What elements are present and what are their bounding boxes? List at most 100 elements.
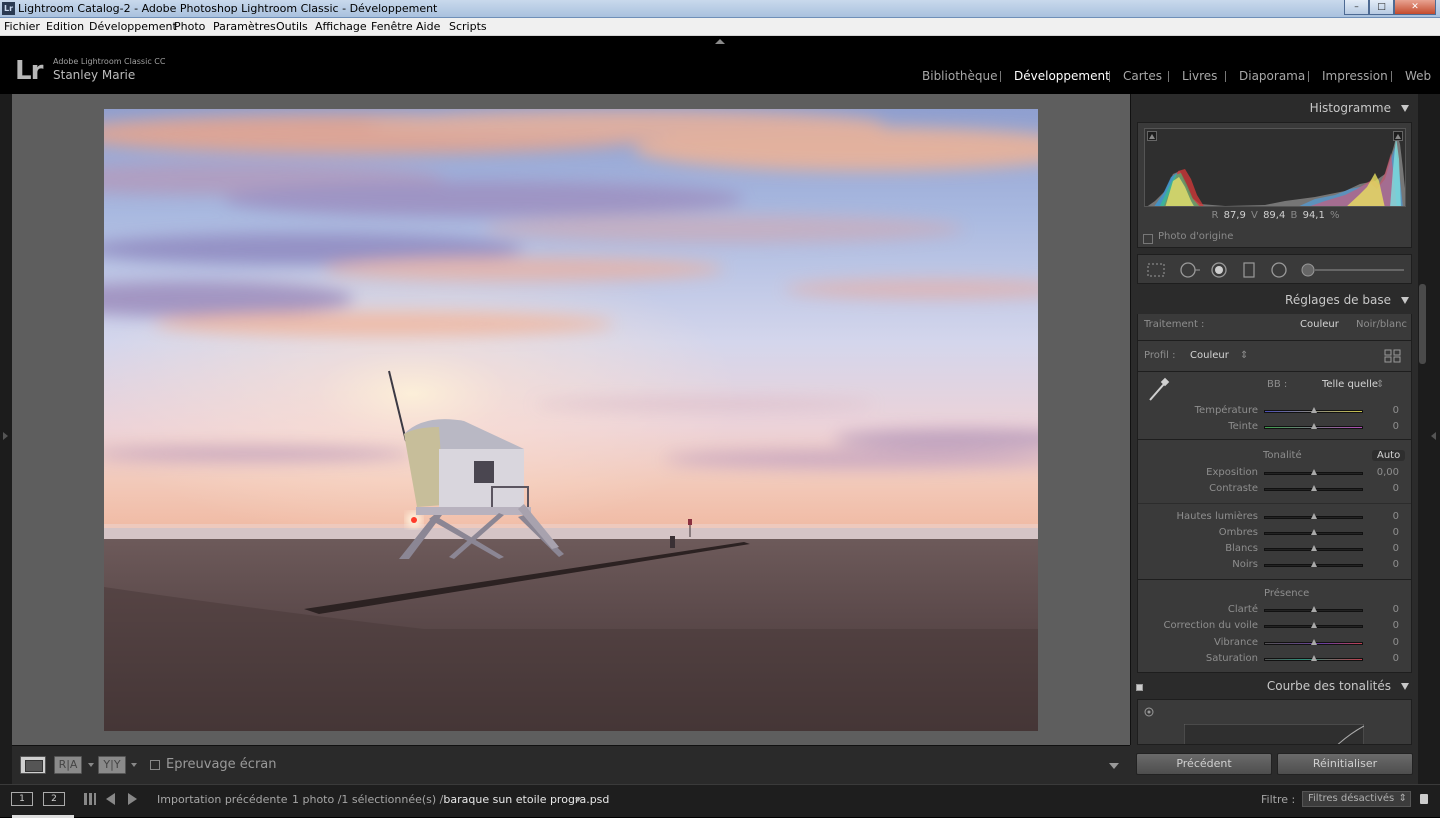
exposure-value[interactable]: 0,00: [1377, 467, 1399, 478]
close-icon[interactable]: ✕: [1394, 0, 1436, 15]
module-impression[interactable]: Impression: [1322, 69, 1388, 83]
contrast-value[interactable]: 0: [1393, 483, 1399, 494]
tone-curve-toggle[interactable]: [1136, 684, 1143, 691]
expand-right-panel-icon[interactable]: [1431, 432, 1436, 440]
menu-aide[interactable]: Aide: [416, 20, 440, 33]
collapse-triangle-icon[interactable]: [1401, 297, 1409, 304]
menu-scripts[interactable]: Scripts: [449, 20, 487, 33]
loupe-view-button[interactable]: [20, 756, 46, 774]
filter-select[interactable]: Filtres désactivés ⇕: [1302, 791, 1411, 807]
left-panel-collapsed[interactable]: [0, 94, 12, 784]
tone-curve-panel-header[interactable]: Courbe des tonalités: [1135, 674, 1415, 700]
wb-select[interactable]: Telle quelle: [1322, 379, 1378, 390]
menu-edition[interactable]: Edition: [46, 20, 84, 33]
blacks-slider[interactable]: [1264, 561, 1363, 567]
basic-panel-header[interactable]: Réglages de base: [1135, 288, 1415, 314]
menu-photo[interactable]: Photo: [174, 20, 205, 33]
module-developpement[interactable]: Développement: [1014, 69, 1110, 83]
highlights-slider[interactable]: [1264, 513, 1363, 519]
filmstrip-source-dropdown-icon[interactable]: [575, 798, 581, 802]
tone-curve-graph[interactable]: [1184, 724, 1364, 745]
graduated-filter-icon[interactable]: [1242, 262, 1256, 278]
toolbar-content-dropdown-icon[interactable]: [1109, 763, 1119, 769]
before-after-dropdown-icon[interactable]: [88, 763, 94, 767]
slider-thumb[interactable]: [1311, 622, 1317, 628]
slider-thumb[interactable]: [1311, 529, 1317, 535]
back-arrow-icon[interactable]: [106, 793, 115, 805]
auto-tone-button[interactable]: Auto: [1372, 450, 1406, 461]
contrast-slider[interactable]: [1264, 485, 1363, 491]
dehaze-slider[interactable]: [1264, 622, 1363, 628]
highlights-value[interactable]: 0: [1393, 511, 1399, 522]
expand-left-panel-icon[interactable]: [3, 432, 8, 440]
tint-value[interactable]: 0: [1393, 421, 1399, 432]
slider-thumb[interactable]: [1311, 407, 1317, 413]
before-after-options-icon[interactable]: [131, 763, 137, 767]
before-after-swap-button[interactable]: Y|Y: [98, 756, 126, 774]
adjustment-brush-icon[interactable]: [1300, 262, 1406, 278]
crop-overlay-icon[interactable]: [1146, 262, 1166, 278]
slider-thumb[interactable]: [1311, 561, 1317, 567]
slider-thumb[interactable]: [1311, 639, 1317, 645]
treatment-color-option[interactable]: Couleur: [1300, 319, 1339, 330]
temperature-value[interactable]: 0: [1393, 405, 1399, 416]
menu-developpement[interactable]: Développement: [89, 20, 177, 33]
softproof-checkbox[interactable]: [150, 760, 160, 770]
treatment-bw-option[interactable]: Noir/blanc: [1356, 319, 1407, 330]
module-cartes[interactable]: Cartes: [1123, 69, 1162, 83]
slider-thumb[interactable]: [1311, 545, 1317, 551]
collapse-triangle-icon[interactable]: [1401, 105, 1409, 112]
highlight-clipping-indicator-icon[interactable]: [1393, 131, 1403, 141]
slider-thumb[interactable]: [1311, 485, 1317, 491]
module-bibliotheque[interactable]: Bibliothèque: [922, 69, 998, 83]
shadows-slider[interactable]: [1264, 529, 1363, 535]
photo-canvas[interactable]: [12, 94, 1130, 745]
profile-browser-icon[interactable]: [1384, 349, 1402, 363]
clarity-value[interactable]: 0: [1393, 604, 1399, 615]
previous-button[interactable]: Précédent: [1136, 753, 1272, 775]
photo-preview[interactable]: [104, 109, 1038, 731]
whites-slider[interactable]: [1264, 545, 1363, 551]
collapse-top-panel-icon[interactable]: [715, 39, 725, 44]
collapse-triangle-icon[interactable]: [1401, 683, 1409, 690]
histogram-panel-header[interactable]: Histogramme: [1135, 96, 1415, 122]
original-photo-checkbox[interactable]: [1143, 234, 1153, 244]
module-livres[interactable]: Livres: [1182, 69, 1217, 83]
shadow-clipping-indicator-icon[interactable]: [1147, 131, 1157, 141]
filmstrip-source[interactable]: Importation précédente: [157, 793, 287, 806]
original-photo-label[interactable]: Photo d'origine: [1158, 231, 1233, 242]
saturation-slider[interactable]: [1264, 655, 1363, 661]
exposure-slider[interactable]: [1264, 469, 1363, 475]
profile-select[interactable]: Couleur: [1190, 350, 1229, 361]
slider-thumb[interactable]: [1311, 606, 1317, 612]
radial-filter-icon[interactable]: [1270, 262, 1288, 278]
menu-fichier[interactable]: Fichier: [4, 20, 40, 33]
red-eye-icon[interactable]: [1210, 262, 1228, 278]
targeted-adjustment-icon[interactable]: [1143, 706, 1155, 718]
spot-removal-icon[interactable]: [1178, 262, 1202, 278]
blacks-value[interactable]: 0: [1393, 559, 1399, 570]
grid-view-icon[interactable]: [84, 793, 96, 805]
filter-lock-icon[interactable]: [1420, 794, 1428, 804]
menu-parametres[interactable]: Paramètres: [213, 20, 276, 33]
vibrance-value[interactable]: 0: [1393, 637, 1399, 648]
wb-eyedropper-icon[interactable]: [1144, 376, 1172, 404]
reset-button[interactable]: Réinitialiser: [1277, 753, 1413, 775]
main-screen-button[interactable]: 1: [11, 792, 33, 806]
softproof-label[interactable]: Epreuvage écran: [166, 757, 277, 772]
right-edge-strip[interactable]: [1418, 94, 1440, 784]
filmstrip-count[interactable]: 1 photo /1 sélectionnée(s) /baraque sun …: [292, 793, 609, 806]
clarity-slider[interactable]: [1264, 606, 1363, 612]
temperature-slider[interactable]: [1264, 407, 1363, 413]
module-diaporama[interactable]: Diaporama: [1239, 69, 1305, 83]
forward-arrow-icon[interactable]: [128, 793, 137, 805]
profile-select-arrows-icon[interactable]: ⇕: [1240, 350, 1248, 361]
shadows-value[interactable]: 0: [1393, 527, 1399, 538]
right-panel-scrollbar[interactable]: [1419, 284, 1426, 364]
slider-thumb[interactable]: [1311, 469, 1317, 475]
menu-fenetre[interactable]: Fenêtre: [371, 20, 413, 33]
whites-value[interactable]: 0: [1393, 543, 1399, 554]
slider-thumb[interactable]: [1311, 655, 1317, 661]
filmstrip-filename[interactable]: baraque sun etoile progra.psd: [443, 793, 609, 806]
slider-thumb[interactable]: [1311, 423, 1317, 429]
